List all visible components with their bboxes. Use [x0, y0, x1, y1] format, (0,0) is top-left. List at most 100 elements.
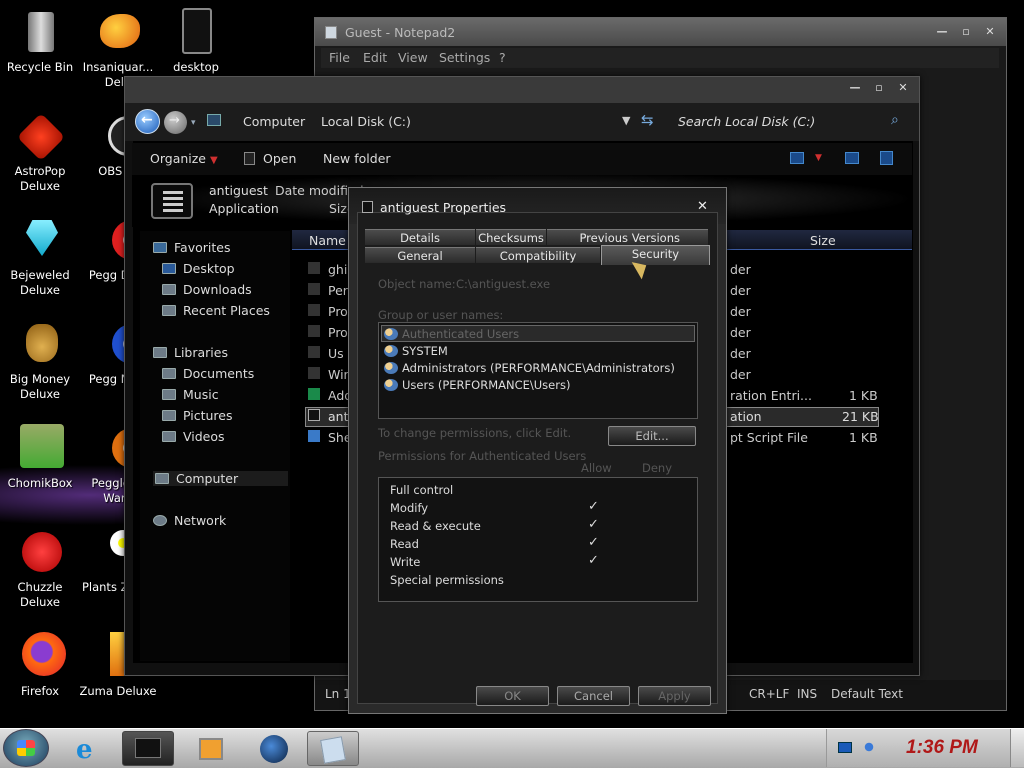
preview-pane-icon[interactable] [845, 152, 859, 164]
apply-button[interactable]: Apply [638, 686, 711, 706]
nav-network[interactable]: Network [153, 513, 226, 528]
breadcrumb-local-disk[interactable]: Local Disk (C:) [321, 114, 411, 129]
tab-checksums[interactable]: Checksums [476, 229, 546, 245]
start-button[interactable] [3, 729, 49, 767]
file-name: Pro [328, 304, 348, 319]
recent-pages-dropdown[interactable]: ▾ [191, 118, 196, 128]
nav-music[interactable]: Music [162, 387, 219, 402]
goldfish-icon [94, 8, 142, 56]
views-dropdown-icon[interactable]: ▼ [815, 153, 822, 163]
file-row[interactable]: Wir [308, 367, 349, 385]
open-button[interactable]: Open [244, 151, 296, 166]
deny-header: Deny [642, 461, 673, 475]
ok-button[interactable]: OK [476, 686, 549, 706]
desktop-icon-firefox[interactable]: Firefox [0, 632, 80, 699]
explorer-app-icon [135, 738, 161, 758]
file-row[interactable]: Pro [308, 304, 348, 322]
action-center-icon[interactable] [838, 742, 852, 753]
breadcrumb-computer[interactable]: Computer [243, 114, 305, 129]
desktop-icon-label: Big Money Deluxe [9, 372, 71, 401]
clock[interactable]: 1:36 PM [906, 737, 978, 759]
help-icon[interactable] [880, 151, 893, 165]
tab-label: Compatibility [499, 249, 577, 263]
tab-compatibility[interactable]: Compatibility [476, 247, 600, 263]
close-button[interactable]: ✕ [982, 25, 998, 38]
minimize-button[interactable]: — [847, 81, 863, 94]
file-row[interactable]: ghi [308, 262, 347, 280]
search-input[interactable]: Search Local Disk (C:) [678, 114, 815, 129]
new-folder-button[interactable]: New folder [323, 151, 391, 166]
taskbar-globe[interactable] [250, 731, 300, 766]
file-row[interactable]: anti [308, 409, 352, 427]
menu-settings[interactable]: Settings [439, 50, 490, 65]
taskbar-media-player[interactable] [186, 731, 236, 766]
organize-button[interactable]: Organize ▼ [150, 151, 218, 166]
nav-pictures[interactable]: Pictures [162, 408, 233, 423]
desktop-icon-big-money[interactable]: Big Money Deluxe [0, 320, 80, 402]
minimize-button[interactable]: — [934, 25, 950, 38]
taskbar-explorer[interactable] [122, 731, 174, 766]
nav-desktop[interactable]: Desktop [162, 261, 235, 276]
file-size: 1 KB [849, 388, 878, 403]
desktop-icon-chomikbox[interactable]: ChomikBox [0, 424, 80, 491]
file-row[interactable]: She [308, 430, 352, 448]
user-row[interactable]: Administrators (PERFORMANCE\Administrato… [384, 361, 675, 375]
tab-security[interactable]: Security [601, 245, 710, 265]
user-row[interactable]: SYSTEM [384, 344, 448, 358]
back-button[interactable]: ← [135, 109, 160, 134]
menu-file[interactable]: File [329, 50, 350, 65]
maximize-button[interactable]: ▫ [871, 81, 887, 94]
volume-icon[interactable] [862, 740, 876, 754]
desktop-icon-astropop[interactable]: AstroPop Deluxe [0, 112, 80, 194]
forward-button[interactable]: → [164, 111, 187, 134]
folder-icon [308, 346, 320, 358]
search-icon[interactable]: ⌕ [891, 112, 899, 128]
notepad-titlebar[interactable]: Guest - Notepad2 — ▫ ✕ [315, 18, 1006, 46]
nav-libraries[interactable]: Libraries [153, 345, 228, 360]
views-icon[interactable] [790, 152, 804, 164]
refresh-icon[interactable]: ⇆ [641, 111, 654, 129]
apply-label: Apply [658, 689, 691, 703]
nav-recent-places[interactable]: Recent Places [162, 303, 270, 318]
details-filename: antiguest [209, 183, 268, 198]
column-header-size[interactable]: Size [810, 233, 836, 248]
show-desktop-button[interactable] [1010, 729, 1024, 767]
user-row[interactable]: Authenticated Users [384, 327, 519, 341]
nav-favorites[interactable]: Favorites [153, 240, 230, 255]
column-header-name[interactable]: Name [309, 233, 346, 248]
explorer-titlebar[interactable]: — ▫ ✕ [125, 77, 919, 103]
file-row[interactable]: Per [308, 283, 348, 301]
desktop-icon-chuzzle[interactable]: Chuzzle Deluxe [0, 528, 80, 610]
menu-help[interactable]: ? [499, 50, 506, 65]
dialog-close-button[interactable]: ✕ [697, 199, 708, 214]
close-button[interactable]: ✕ [895, 81, 911, 94]
tab-general[interactable]: General [365, 247, 475, 263]
user-row[interactable]: Users (PERFORMANCE\Users) [384, 378, 570, 392]
nav-documents[interactable]: Documents [162, 366, 254, 381]
nav-downloads[interactable]: Downloads [162, 282, 252, 297]
taskbar-notepad[interactable] [307, 731, 359, 766]
taskbar-internet-explorer[interactable]: e [66, 731, 116, 766]
cancel-button[interactable]: Cancel [557, 686, 630, 706]
permission-special: Special permissions [390, 573, 504, 587]
desktop-icon-desktop[interactable]: desktop [156, 8, 236, 75]
file-row[interactable]: Us [308, 346, 344, 364]
menu-edit[interactable]: Edit [363, 50, 387, 65]
file-row[interactable]: Pro [308, 325, 348, 343]
tab-previous-versions[interactable]: Previous Versions [547, 229, 708, 245]
edit-button[interactable]: Edit... [608, 426, 696, 446]
nav-videos[interactable]: Videos [162, 429, 225, 444]
computer-icon [155, 473, 169, 484]
tab-details[interactable]: Details [365, 229, 475, 245]
desktop-icon-label: Recycle Bin [6, 60, 74, 74]
maximize-button[interactable]: ▫ [958, 25, 974, 38]
menu-view[interactable]: View [398, 50, 428, 65]
file-name: Wir [328, 367, 349, 382]
desktop-icon-bejeweled[interactable]: Bejeweled Deluxe [0, 216, 80, 298]
desktop-icon-recycle-bin[interactable]: Recycle Bin [0, 8, 80, 75]
status-crlf: CR+LF [749, 687, 790, 701]
file-row[interactable]: Add [308, 388, 352, 406]
globe-icon [260, 735, 288, 763]
nav-computer[interactable]: Computer [153, 471, 288, 486]
address-dropdown-icon[interactable]: ▼ [622, 114, 630, 127]
